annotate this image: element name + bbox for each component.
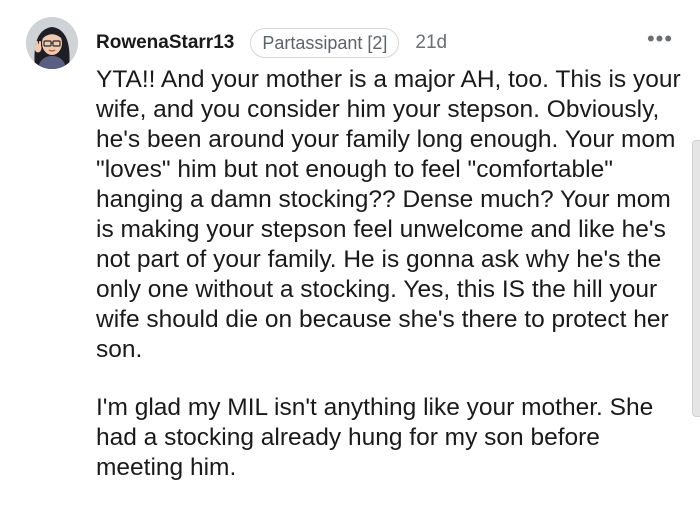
user-flair-badge: Partassipant [2] [250, 28, 400, 58]
comment-paragraph-1: YTA!! And your mother is a major AH, too… [96, 66, 681, 363]
user-avatar-icon [26, 17, 78, 69]
avatar[interactable] [26, 17, 78, 69]
more-options-icon[interactable]: ••• [645, 28, 675, 54]
username[interactable]: RowenaStarr13 [96, 32, 234, 54]
comment: RowenaStarr13 Partassipant [2] 21d ••• Y… [0, 0, 700, 515]
comment-body: YTA!! And your mother is a major AH, too… [96, 65, 691, 483]
scrollbar[interactable] [692, 140, 700, 417]
comment-paragraph-2: I'm glad my MIL isn't anything like your… [96, 394, 654, 481]
timestamp[interactable]: 21d [415, 32, 447, 54]
comment-header: RowenaStarr13 Partassipant [2] 21d [96, 28, 447, 58]
